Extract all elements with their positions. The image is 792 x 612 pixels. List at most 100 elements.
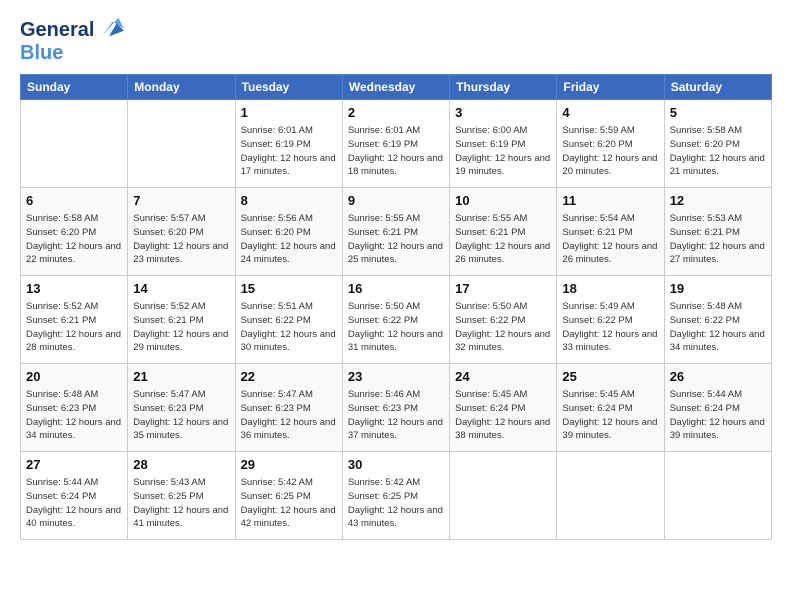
- day-info: Sunrise: 5:47 AMSunset: 6:23 PMDaylight:…: [241, 388, 337, 443]
- day-info: Sunrise: 5:52 AMSunset: 6:21 PMDaylight:…: [133, 300, 229, 355]
- day-info: Sunrise: 5:58 AMSunset: 6:20 PMDaylight:…: [26, 212, 122, 267]
- calendar-cell: 13 Sunrise: 5:52 AMSunset: 6:21 PMDayligh…: [21, 276, 128, 364]
- day-info: Sunrise: 5:45 AMSunset: 6:24 PMDaylight:…: [562, 388, 658, 443]
- weekday-header-row: SundayMondayTuesdayWednesdayThursdayFrid…: [21, 75, 772, 100]
- calendar-cell: 8Sunrise: 5:56 AMSunset: 6:20 PMDaylight…: [235, 188, 342, 276]
- calendar-cell: 1Sunrise: 6:01 AMSunset: 6:19 PMDaylight…: [235, 100, 342, 188]
- day-number: 4: [562, 104, 658, 122]
- day-number: 24: [455, 368, 551, 386]
- day-info: Sunrise: 5:56 AMSunset: 6:20 PMDaylight:…: [241, 212, 337, 267]
- calendar-header: SundayMondayTuesdayWednesdayThursdayFrid…: [21, 75, 772, 100]
- weekday-header-monday: Monday: [128, 75, 235, 100]
- calendar-body: 1Sunrise: 6:01 AMSunset: 6:19 PMDaylight…: [21, 100, 772, 540]
- day-info: Sunrise: 5:55 AMSunset: 6:21 PMDaylight:…: [455, 212, 551, 267]
- calendar-cell: 2Sunrise: 6:01 AMSunset: 6:19 PMDaylight…: [342, 100, 449, 188]
- day-number: 26: [670, 368, 766, 386]
- day-info: Sunrise: 5:42 AMSunset: 6:25 PMDaylight:…: [241, 476, 337, 531]
- day-info: Sunrise: 5:44 AMSunset: 6:24 PMDaylight:…: [670, 388, 766, 443]
- calendar-cell: 7 Sunrise: 5:57 AMSunset: 6:20 PMDaylight…: [128, 188, 235, 276]
- calendar-week-3: 13 Sunrise: 5:52 AMSunset: 6:21 PMDayligh…: [21, 276, 772, 364]
- logo: General Blue: [20, 18, 124, 64]
- calendar-cell: 24Sunrise: 5:45 AMSunset: 6:24 PMDayligh…: [450, 364, 557, 452]
- day-number: 19: [670, 280, 766, 298]
- day-number: 27: [26, 456, 122, 474]
- calendar: SundayMondayTuesdayWednesdayThursdayFrid…: [20, 74, 772, 540]
- day-number: 3: [455, 104, 551, 122]
- calendar-cell: 30Sunrise: 5:42 AMSunset: 6:25 PMDayligh…: [342, 452, 449, 540]
- calendar-week-2: 6 Sunrise: 5:58 AMSunset: 6:20 PMDaylight…: [21, 188, 772, 276]
- calendar-cell: [128, 100, 235, 188]
- weekday-header-sunday: Sunday: [21, 75, 128, 100]
- day-info: Sunrise: 5:57 AMSunset: 6:20 PMDaylight:…: [133, 212, 229, 267]
- day-number: 11: [562, 192, 658, 210]
- calendar-cell: 27Sunrise: 5:44 AMSunset: 6:24 PMDayligh…: [21, 452, 128, 540]
- calendar-cell: 28 Sunrise: 5:43 AMSunset: 6:25 PMDayligh…: [128, 452, 235, 540]
- calendar-week-1: 1Sunrise: 6:01 AMSunset: 6:19 PMDaylight…: [21, 100, 772, 188]
- day-number: 5: [670, 104, 766, 122]
- day-info: Sunrise: 5:46 AMSunset: 6:23 PMDaylight:…: [348, 388, 444, 443]
- logo-icon: [96, 14, 124, 42]
- day-number: 28: [133, 456, 229, 474]
- calendar-week-4: 20 Sunrise: 5:48 AMSunset: 6:23 PMDayligh…: [21, 364, 772, 452]
- day-info: Sunrise: 5:59 AMSunset: 6:20 PMDaylight:…: [562, 124, 658, 179]
- day-info: Sunrise: 5:51 AMSunset: 6:22 PMDaylight:…: [241, 300, 337, 355]
- weekday-header-wednesday: Wednesday: [342, 75, 449, 100]
- weekday-header-thursday: Thursday: [450, 75, 557, 100]
- logo-subtext: Blue: [20, 42, 63, 64]
- day-number: 14: [133, 280, 229, 298]
- calendar-cell: 23 Sunrise: 5:46 AMSunset: 6:23 PMDayligh…: [342, 364, 449, 452]
- day-info: Sunrise: 5:52 AMSunset: 6:21 PMDaylight:…: [26, 300, 122, 355]
- calendar-cell: 20 Sunrise: 5:48 AMSunset: 6:23 PMDayligh…: [21, 364, 128, 452]
- day-info: Sunrise: 5:48 AMSunset: 6:23 PMDaylight:…: [26, 388, 122, 443]
- day-number: 1: [241, 104, 337, 122]
- calendar-cell: 22Sunrise: 5:47 AMSunset: 6:23 PMDayligh…: [235, 364, 342, 452]
- page: General Blue SundayMondayTuesdayWednesda…: [0, 0, 792, 550]
- day-info: Sunrise: 5:55 AMSunset: 6:21 PMDaylight:…: [348, 212, 444, 267]
- day-number: 17: [455, 280, 551, 298]
- calendar-cell: [557, 452, 664, 540]
- calendar-cell: 16 Sunrise: 5:50 AMSunset: 6:22 PMDayligh…: [342, 276, 449, 364]
- calendar-cell: 14 Sunrise: 5:52 AMSunset: 6:21 PMDayligh…: [128, 276, 235, 364]
- weekday-header-tuesday: Tuesday: [235, 75, 342, 100]
- day-info: Sunrise: 5:50 AMSunset: 6:22 PMDaylight:…: [348, 300, 444, 355]
- day-number: 13: [26, 280, 122, 298]
- calendar-cell: 21 Sunrise: 5:47 AMSunset: 6:23 PMDayligh…: [128, 364, 235, 452]
- calendar-cell: [450, 452, 557, 540]
- day-info: Sunrise: 5:47 AMSunset: 6:23 PMDaylight:…: [133, 388, 229, 443]
- weekday-header-saturday: Saturday: [664, 75, 771, 100]
- day-number: 6: [26, 192, 122, 210]
- day-info: Sunrise: 5:54 AMSunset: 6:21 PMDaylight:…: [562, 212, 658, 267]
- day-number: 29: [241, 456, 337, 474]
- day-info: Sunrise: 5:43 AMSunset: 6:25 PMDaylight:…: [133, 476, 229, 531]
- day-number: 15: [241, 280, 337, 298]
- calendar-cell: 12Sunrise: 5:53 AMSunset: 6:21 PMDayligh…: [664, 188, 771, 276]
- day-number: 10: [455, 192, 551, 210]
- weekday-header-friday: Friday: [557, 75, 664, 100]
- calendar-cell: 29 Sunrise: 5:42 AMSunset: 6:25 PMDayligh…: [235, 452, 342, 540]
- calendar-cell: 26 Sunrise: 5:44 AMSunset: 6:24 PMDayligh…: [664, 364, 771, 452]
- calendar-cell: 19 Sunrise: 5:48 AMSunset: 6:22 PMDayligh…: [664, 276, 771, 364]
- day-number: 20: [26, 368, 122, 386]
- calendar-cell: [21, 100, 128, 188]
- day-number: 16: [348, 280, 444, 298]
- day-number: 30: [348, 456, 444, 474]
- day-info: Sunrise: 5:50 AMSunset: 6:22 PMDaylight:…: [455, 300, 551, 355]
- day-number: 12: [670, 192, 766, 210]
- day-info: Sunrise: 5:48 AMSunset: 6:22 PMDaylight:…: [670, 300, 766, 355]
- day-number: 25: [562, 368, 658, 386]
- day-number: 18: [562, 280, 658, 298]
- calendar-week-5: 27Sunrise: 5:44 AMSunset: 6:24 PMDayligh…: [21, 452, 772, 540]
- logo-text: General: [20, 19, 94, 41]
- day-number: 9: [348, 192, 444, 210]
- day-info: Sunrise: 5:49 AMSunset: 6:22 PMDaylight:…: [562, 300, 658, 355]
- day-number: 21: [133, 368, 229, 386]
- day-number: 7: [133, 192, 229, 210]
- calendar-cell: 17 Sunrise: 5:50 AMSunset: 6:22 PMDayligh…: [450, 276, 557, 364]
- calendar-cell: 25 Sunrise: 5:45 AMSunset: 6:24 PMDayligh…: [557, 364, 664, 452]
- calendar-cell: 6 Sunrise: 5:58 AMSunset: 6:20 PMDaylight…: [21, 188, 128, 276]
- day-number: 23: [348, 368, 444, 386]
- calendar-cell: 18 Sunrise: 5:49 AMSunset: 6:22 PMDayligh…: [557, 276, 664, 364]
- calendar-cell: 11 Sunrise: 5:54 AMSunset: 6:21 PMDayligh…: [557, 188, 664, 276]
- calendar-cell: 9 Sunrise: 5:55 AMSunset: 6:21 PMDaylight…: [342, 188, 449, 276]
- calendar-cell: 3Sunrise: 6:00 AMSunset: 6:19 PMDaylight…: [450, 100, 557, 188]
